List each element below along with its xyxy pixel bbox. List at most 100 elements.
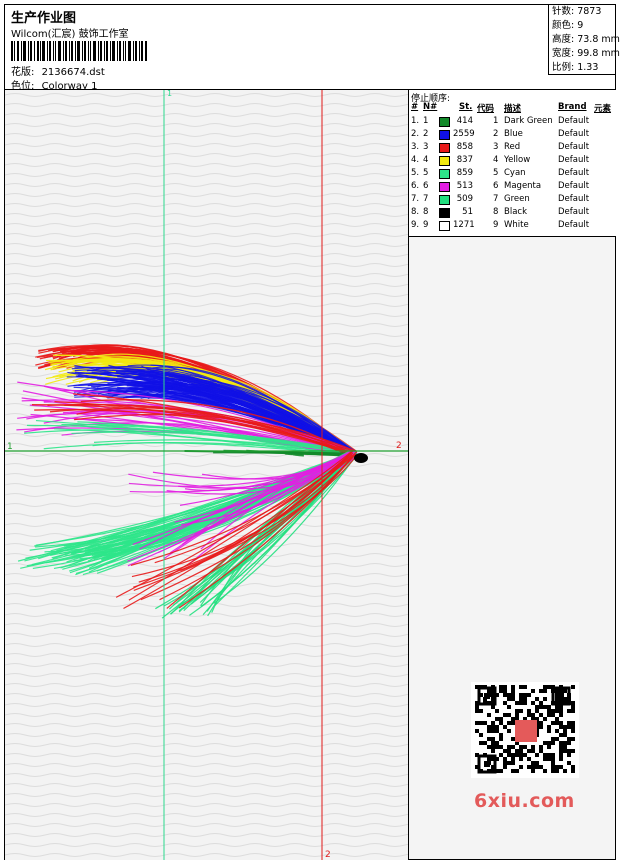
qr-cell bbox=[479, 721, 483, 725]
col-needle: N# bbox=[423, 102, 438, 112]
stop-table-row[interactable]: 9. 9 9 White Default 1271 bbox=[409, 219, 616, 232]
stats-panel: 针数: 7873 颜色: 9 高度: 73.8 mm 宽度: 99.8 mm 比… bbox=[548, 5, 620, 75]
qr-cell bbox=[535, 761, 539, 765]
qr-cell bbox=[539, 689, 543, 693]
qr-cell bbox=[495, 741, 499, 745]
qr-cell bbox=[499, 737, 503, 741]
qr-cell bbox=[507, 693, 511, 697]
qr-cell bbox=[535, 753, 539, 757]
row-needle: 1 bbox=[423, 116, 429, 126]
color-swatch bbox=[439, 143, 450, 153]
qr-cell bbox=[487, 729, 491, 733]
qr-cell bbox=[567, 709, 571, 713]
color-swatch bbox=[439, 117, 450, 127]
stop-table-row[interactable]: 6. 6 6 Magenta Default 513 bbox=[409, 180, 616, 193]
qr-cell bbox=[503, 693, 507, 697]
row-description: Red bbox=[504, 142, 521, 152]
qr-logo-icon bbox=[515, 720, 537, 742]
qr-cell bbox=[503, 757, 507, 761]
qr-cell bbox=[475, 729, 479, 733]
col-stitches: St. bbox=[459, 102, 473, 112]
qr-cell bbox=[571, 721, 575, 725]
qr-cell bbox=[499, 769, 503, 773]
color-swatch bbox=[439, 169, 450, 179]
row-stitches: 51 bbox=[462, 207, 473, 217]
qr-cell bbox=[559, 733, 563, 737]
qr-cell bbox=[555, 709, 559, 713]
qr-cell bbox=[555, 765, 559, 769]
qr-cell bbox=[519, 745, 523, 749]
row-code: 9 bbox=[493, 220, 499, 230]
col-index: # bbox=[411, 102, 419, 112]
stat-width: 宽度: 99.8 mm bbox=[552, 48, 620, 59]
qr-cell bbox=[539, 725, 543, 729]
row-description: Cyan bbox=[504, 168, 526, 178]
qr-cell bbox=[563, 725, 567, 729]
qr-cell bbox=[559, 745, 563, 749]
qr-cell bbox=[503, 701, 507, 705]
qr-cell bbox=[571, 725, 575, 729]
qr-cell bbox=[491, 705, 495, 709]
qr-cell bbox=[519, 685, 523, 689]
design-canvas[interactable]: 1 1 2 2 bbox=[5, 90, 408, 860]
qr-cell bbox=[487, 737, 491, 741]
qr-cell bbox=[531, 749, 535, 753]
qr-cell bbox=[535, 705, 539, 709]
qr-cell bbox=[539, 721, 543, 725]
qr-cell bbox=[491, 745, 495, 749]
qr-cell bbox=[539, 749, 543, 753]
qr-cell bbox=[543, 685, 547, 689]
guide-v1-label: 1 bbox=[167, 90, 172, 98]
qr-cell bbox=[507, 713, 511, 717]
qr-cell bbox=[551, 765, 555, 769]
row-index: 2. bbox=[411, 129, 420, 139]
row-index: 9. bbox=[411, 220, 420, 230]
guide-h2-label: 2 bbox=[396, 441, 402, 451]
qr-cell bbox=[547, 713, 551, 717]
qr-cell bbox=[567, 749, 571, 753]
qr-cell bbox=[559, 705, 563, 709]
qr-cell bbox=[519, 757, 523, 761]
qr-cell bbox=[531, 713, 535, 717]
stop-table-row[interactable]: 3. 3 3 Red Default 858 bbox=[409, 141, 616, 154]
qr-cell bbox=[531, 689, 535, 693]
qr-cell bbox=[491, 729, 495, 733]
stop-table-row[interactable]: 1. 1 1 Dark Green Default 414 bbox=[409, 115, 616, 128]
row-stitches: 509 bbox=[456, 194, 473, 204]
stop-table-row[interactable]: 8. 8 8 Black Default 51 bbox=[409, 206, 616, 219]
qr-cell bbox=[479, 709, 483, 713]
qr-cell bbox=[507, 697, 511, 701]
qr-cell bbox=[507, 705, 511, 709]
row-description: Yellow bbox=[504, 155, 531, 165]
stop-table-row[interactable]: 2. 2 2 Blue Default 2559 bbox=[409, 128, 616, 141]
qr-cell bbox=[511, 737, 515, 741]
row-index: 1. bbox=[411, 116, 420, 126]
col-brand: Brand bbox=[558, 102, 587, 112]
row-description: Dark Green bbox=[504, 116, 553, 126]
stop-table-row[interactable]: 5. 5 5 Cyan Default 859 bbox=[409, 167, 616, 180]
qr-cell bbox=[571, 705, 575, 709]
qr-cell bbox=[547, 709, 551, 713]
qr-cell bbox=[519, 765, 523, 769]
guide-h1-label: 1 bbox=[7, 442, 13, 452]
qr-cell bbox=[535, 709, 539, 713]
row-needle: 5 bbox=[423, 168, 429, 178]
qr-cell bbox=[511, 757, 515, 761]
qr-code-icon bbox=[471, 682, 579, 778]
row-index: 5. bbox=[411, 168, 420, 178]
row-brand: Default bbox=[558, 207, 590, 217]
qr-cell bbox=[519, 701, 523, 705]
row-brand: Default bbox=[558, 181, 590, 191]
qr-cell bbox=[499, 721, 503, 725]
qr-cell bbox=[511, 717, 515, 721]
row-stitches: 1271 bbox=[453, 220, 475, 230]
row-code: 3 bbox=[493, 142, 499, 152]
qr-cell bbox=[491, 737, 495, 741]
stop-table-row[interactable]: 7. 7 7 Green Default 509 bbox=[409, 193, 616, 206]
qr-cell bbox=[563, 729, 567, 733]
row-index: 7. bbox=[411, 194, 420, 204]
qr-cell bbox=[543, 689, 547, 693]
qr-cell bbox=[507, 749, 511, 753]
stop-table-row[interactable]: 4. 4 4 Yellow Default 837 bbox=[409, 154, 616, 167]
qr-cell bbox=[475, 705, 479, 709]
